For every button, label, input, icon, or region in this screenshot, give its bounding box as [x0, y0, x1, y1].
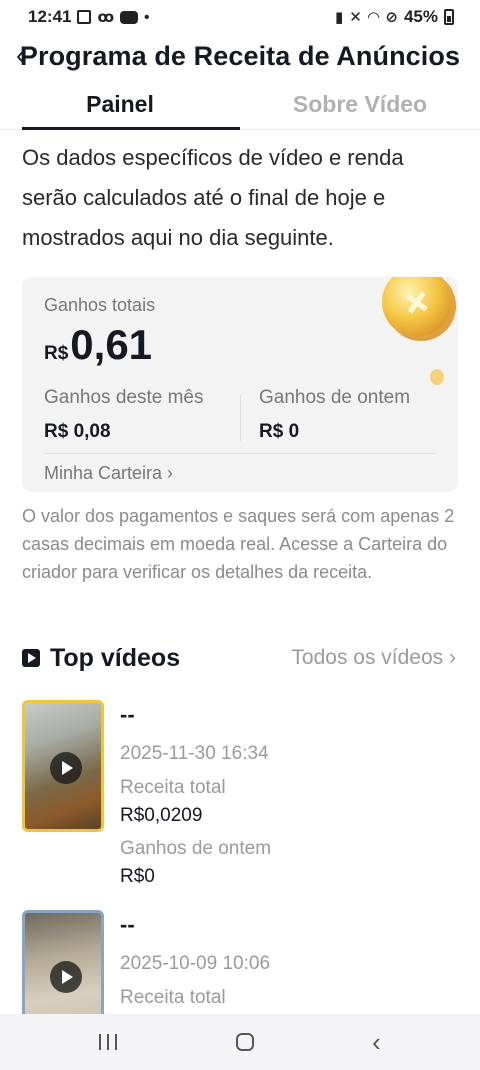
wifi-icon: ◠: [367, 8, 380, 26]
month-earnings: Ganhos deste mês R$ 0,08: [44, 387, 203, 443]
header: ‹ Programa de Receita de Anúncios: [0, 34, 480, 78]
earnings-card: Ganhos totais R$ 0,61 Ganhos deste mês R…: [22, 277, 458, 492]
total-earnings-label: Ganhos totais: [44, 295, 156, 315]
voicemail-icon: ꝏ: [97, 8, 115, 26]
video-thumbnail[interactable]: [22, 910, 104, 1014]
total-earnings-amount: 0,61: [70, 321, 153, 368]
video-list-item[interactable]: -- 2025-10-09 10:06 Receita total: [22, 910, 462, 1014]
dot-icon: •: [144, 8, 150, 26]
video-title: --: [120, 912, 135, 937]
top-videos-header: Top vídeos Todos os vídeos ›: [22, 640, 456, 676]
nav-back-icon[interactable]: ‹: [372, 1029, 381, 1055]
page-title: Programa de Receita de Anúncios: [19, 40, 461, 71]
status-time: 12:41: [28, 7, 72, 26]
video-title: --: [120, 702, 135, 727]
yesterday-earnings-label: Ganhos de ontem: [259, 387, 411, 408]
video-revenue-label: Receita total: [120, 987, 226, 1008]
coin-icon: [382, 277, 452, 337]
month-earnings-value: R$ 0,08: [44, 421, 111, 442]
status-right: ▮ ✕ ◠ ⊘ 45%: [335, 7, 454, 27]
play-icon: [50, 752, 82, 784]
status-left: 12:41 ꝏ •: [28, 7, 149, 27]
small-coin-icon: [430, 369, 444, 385]
all-videos-link[interactable]: Todos os vídeos ›: [291, 646, 456, 670]
vibrate-icon: ▮: [335, 8, 344, 26]
video-date: 2025-11-30 16:34: [120, 743, 269, 764]
top-videos-title-group: Top vídeos: [22, 644, 180, 673]
back-icon[interactable]: ‹: [16, 40, 25, 70]
home-icon[interactable]: [235, 1033, 254, 1051]
currency-symbol: R$: [44, 343, 69, 364]
system-nav-bar: ‹: [0, 1014, 480, 1070]
play-icon: [50, 961, 82, 993]
yesterday-earnings-value: R$ 0: [259, 421, 300, 442]
my-wallet-link[interactable]: Minha Carteira ›: [44, 463, 173, 484]
yesterday-earnings: Ganhos de ontem R$ 0: [259, 387, 410, 443]
gallery-icon: [77, 10, 92, 24]
mute-icon: ✕: [349, 8, 362, 26]
video-thumbnail[interactable]: [22, 700, 104, 832]
tab-painel[interactable]: Painel: [0, 80, 240, 130]
top-videos-title: Top vídeos: [50, 643, 181, 672]
video-yesterday-label: Ganhos de ontem: [120, 838, 272, 859]
video-revenue-label: Receita total: [120, 777, 226, 798]
dnd-icon: ⊘: [385, 8, 398, 26]
status-bar: 12:41 ꝏ • ▮ ✕ ◠ ⊘ 45%: [0, 0, 480, 34]
total-earnings-value: R$ 0,61: [44, 321, 152, 369]
month-earnings-label: Ganhos deste mês: [44, 387, 204, 408]
battery-icon: [444, 9, 454, 25]
video-list-item[interactable]: -- 2025-11-30 16:34 Receita total R$0,02…: [22, 700, 462, 900]
video-yesterday-value: R$0: [120, 866, 155, 887]
recent-apps-icon[interactable]: [99, 1034, 118, 1050]
divider: [44, 453, 436, 454]
battery-percent: 45%: [403, 7, 438, 26]
video-revenue-value: R$0,0209: [120, 805, 203, 826]
divider: [240, 395, 241, 441]
intro-text: Os dados específicos de vídeo e renda se…: [22, 145, 404, 250]
video-icon: [22, 649, 40, 667]
tab-bar: Painel Sobre Vídeo: [0, 80, 480, 130]
youtube-icon: [120, 10, 139, 24]
tab-sobre-video[interactable]: Sobre Vídeo: [240, 80, 480, 129]
payment-note: O valor dos pagamentos e saques será com…: [22, 506, 455, 582]
video-date: 2025-10-09 10:06: [120, 953, 271, 974]
